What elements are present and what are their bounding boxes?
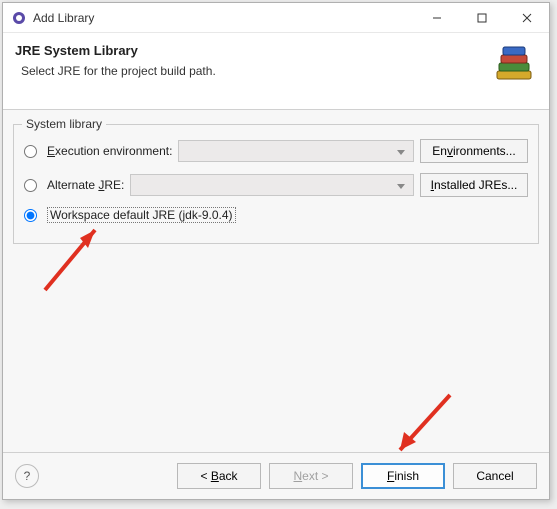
group-label: System library (22, 117, 106, 131)
alternate-jre-label: Alternate JRE: (47, 178, 124, 192)
maximize-button[interactable] (459, 3, 504, 32)
finish-button[interactable]: Finish (361, 463, 445, 489)
dialog-header: JRE System Library Select JRE for the pr… (3, 33, 549, 110)
environments-button[interactable]: Environments... (420, 139, 528, 163)
system-library-group: System library Execution environment: En… (13, 124, 539, 244)
titlebar: Add Library (3, 3, 549, 33)
content-area: System library Execution environment: En… (3, 110, 549, 452)
workspace-default-row: Workspace default JRE (jdk-9.0.4) (24, 207, 528, 223)
execution-environment-label: Execution environment: (47, 144, 172, 158)
execution-environment-radio[interactable] (24, 145, 37, 158)
execution-environment-row: Execution environment: Environments... (24, 139, 528, 163)
alternate-jre-row: Alternate JRE: Installed JREs... (24, 173, 528, 197)
dialog-window: Add Library JRE System Library Select JR… (2, 2, 550, 500)
page-description: Select JRE for the project build path. (21, 64, 489, 78)
minimize-button[interactable] (414, 3, 459, 32)
execution-environment-combo[interactable] (178, 140, 414, 162)
back-button[interactable]: < Back (177, 463, 261, 489)
help-button[interactable]: ? (15, 464, 39, 488)
library-icon (489, 43, 537, 91)
close-button[interactable] (504, 3, 549, 32)
next-button: Next > (269, 463, 353, 489)
installed-jres-button[interactable]: Installed JREs... (420, 173, 528, 197)
window-title: Add Library (33, 11, 414, 25)
app-icon (11, 10, 27, 26)
alternate-jre-radio[interactable] (24, 179, 37, 192)
button-bar: ? < Back Next > Finish Cancel (3, 452, 549, 499)
workspace-default-radio[interactable] (24, 209, 37, 222)
cancel-button[interactable]: Cancel (453, 463, 537, 489)
workspace-default-label: Workspace default JRE (jdk-9.0.4) (47, 207, 236, 223)
alternate-jre-combo[interactable] (130, 174, 414, 196)
page-title: JRE System Library (15, 43, 489, 58)
